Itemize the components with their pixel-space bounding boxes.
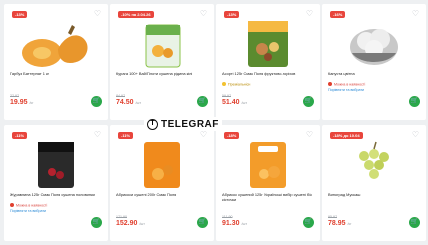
old-price: 84.97 (116, 94, 125, 98)
cart-icon[interactable]: 🛒 (197, 96, 208, 107)
product-card[interactable]: -16% ♡ Капуста цвітна Можна в наявності … (322, 4, 426, 120)
cart-icon[interactable]: 🛒 (91, 217, 102, 228)
old-price: 59.97 (222, 94, 231, 98)
product-name[interactable]: Курага 100+ Вай/Плоти сушена рідина кілі (116, 71, 208, 81)
cart-icon[interactable]: 🛒 (91, 96, 102, 107)
product-image[interactable] (118, 19, 206, 69)
telegraf-watermark: T TELEGRAF (144, 117, 222, 131)
product-card[interactable]: -11% ♡ Абрикоси сушені 200г Смак Поля 17… (110, 125, 214, 241)
product-image[interactable] (224, 140, 312, 190)
watermark-text: TELEGRAF (161, 118, 219, 130)
price: 51.40/шт (222, 99, 248, 106)
old-price: 171.90 (116, 215, 127, 219)
price: 19.95/кг (10, 99, 34, 106)
cart-icon[interactable]: 🛒 (409, 96, 420, 107)
product-name[interactable]: Гарбуз Баттернат 1 кг (10, 71, 102, 81)
product-image[interactable] (12, 19, 100, 69)
price: 91.30/шт (222, 220, 248, 227)
old-price: 95.97 (328, 215, 337, 219)
discount-badge: -11% (12, 132, 28, 139)
product-name[interactable]: Капуста цвітна (328, 71, 420, 81)
price: 74.50/шт (116, 99, 142, 106)
product-name[interactable]: Виноград Мускаш (328, 192, 420, 202)
tag-availability: Можна в наявності (10, 203, 47, 209)
heart-icon[interactable]: ♡ (411, 130, 420, 139)
old-price: 22.97 (10, 94, 19, 98)
product-image[interactable] (330, 19, 418, 69)
discount-badge: -16% (330, 11, 346, 18)
product-image[interactable] (330, 140, 418, 190)
tag-availability: Можна в наявності (328, 82, 365, 88)
cart-icon[interactable]: 🛒 (197, 217, 208, 228)
heart-icon[interactable]: ♡ (199, 130, 208, 139)
heart-icon[interactable]: ♡ (305, 9, 314, 18)
cart-icon[interactable]: 🛒 (303, 217, 314, 228)
discount-badge: -11% (118, 132, 134, 139)
product-image[interactable] (12, 140, 100, 190)
product-name[interactable]: Абрикоси сушені 200г Смак Поля (116, 192, 208, 202)
cart-icon[interactable]: 🛒 (303, 96, 314, 107)
old-price: 111.90 (222, 215, 233, 219)
tag-premium: Преміальнісн (222, 82, 250, 88)
product-card[interactable]: -13% ♡ Гарбуз Баттернат 1 кг 22.97 19.95… (4, 4, 108, 120)
product-card[interactable]: -11% ♡ Журавлина 125г Смак Поля сушена п… (4, 125, 108, 241)
price: 78.95/кг (328, 220, 352, 227)
compare-link[interactable]: Порівняти та вибрати (10, 209, 46, 214)
product-card[interactable]: -10% на 2.04.26 ♡ Курага 100+ Вай/Плоти … (110, 4, 214, 120)
heart-icon[interactable]: ♡ (305, 130, 314, 139)
product-image[interactable] (224, 19, 312, 69)
product-card[interactable]: -18% ♡ Абрикос сушений 125г Українські в… (216, 125, 320, 241)
discount-badge: -10% на 2.04.26 (118, 11, 154, 18)
price: 152.90/шт (116, 220, 145, 227)
product-card[interactable]: -18% до 10.04 ♡ Виноград Мускаш 95.97 78… (322, 125, 426, 241)
telegraf-logo-icon: T (147, 118, 158, 130)
heart-icon[interactable]: ♡ (93, 9, 102, 18)
product-name[interactable]: Асорті 125г Смак Поля фруктово-горіхов (222, 71, 314, 81)
heart-icon[interactable]: ♡ (411, 9, 420, 18)
cart-icon[interactable]: 🛒 (409, 217, 420, 228)
product-card[interactable]: -13% ♡ Асорті 125г Смак Поля фруктово-го… (216, 4, 320, 120)
compare-link[interactable]: Порівняти та вибрати (328, 88, 364, 93)
product-image[interactable] (118, 140, 206, 190)
discount-badge: -18% (224, 132, 240, 139)
product-name[interactable]: Абрикос сушений 125г Українські вибір су… (222, 192, 314, 202)
discount-badge: -18% до 10.04 (330, 132, 363, 139)
heart-icon[interactable]: ♡ (93, 130, 102, 139)
product-name[interactable]: Журавлина 125г Смак Поля сушена половинк… (10, 192, 102, 202)
discount-badge: -13% (12, 11, 28, 18)
heart-icon[interactable]: ♡ (199, 9, 208, 18)
discount-badge: -13% (224, 11, 240, 18)
